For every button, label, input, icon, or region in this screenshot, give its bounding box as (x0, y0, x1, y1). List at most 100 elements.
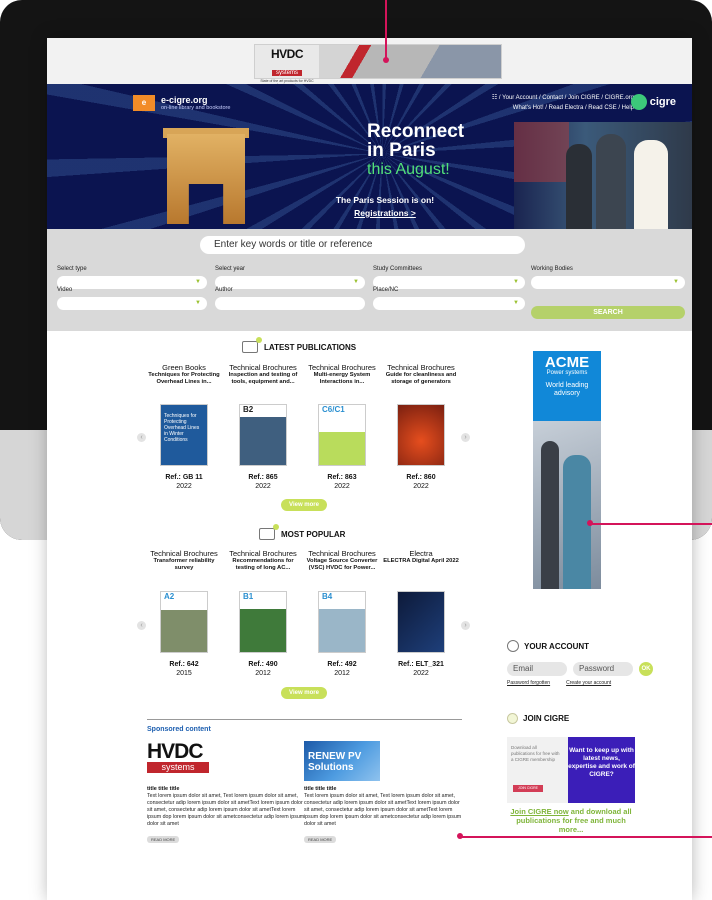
item-title[interactable]: Recommendations for testing of long AC..… (224, 558, 302, 571)
item-category: Electra (409, 549, 433, 558)
keyword-search-input[interactable]: Enter key words or title or reference (200, 236, 525, 254)
carousel-next-button[interactable]: › (461, 621, 470, 630)
hero-banner[interactable]: e e-cigre.org on-line library and bookst… (47, 84, 692, 229)
chevron-down-icon: ▼ (195, 279, 201, 285)
password-forgotten-link[interactable]: Password forgotten (507, 680, 550, 686)
search-button[interactable]: SEARCH (531, 306, 685, 319)
item-title[interactable]: Guide for cleanliness and storage of gen… (382, 372, 460, 385)
cover-text: B2 (243, 405, 254, 414)
password-field[interactable]: Password (573, 662, 633, 676)
sponsored-renew-image[interactable]: RENEW PV Solutions (304, 741, 380, 781)
account-panel: YOUR ACCOUNT Email Password OK Password … (507, 640, 667, 686)
sponsored-title: Sponsored content (147, 726, 211, 733)
item-year: 2022 (413, 483, 429, 490)
carousel-next-button[interactable]: › (461, 433, 470, 442)
popular-title: MOST POPULAR (281, 529, 346, 539)
field-box[interactable]: ▼ (57, 297, 207, 310)
book-cover[interactable]: Techniques for Protecting Overhead Lines… (160, 404, 208, 466)
select-year-field[interactable]: Select year ▼ (215, 266, 365, 289)
popular-item-category: Electra ELECTRA Digital April 2022 (382, 550, 460, 565)
cover-text: A2 (164, 592, 175, 601)
acme-sub: Power systems (546, 370, 588, 376)
sponsored-body: Text lorem ipsum dolor sit amet, Text lo… (304, 793, 462, 827)
hvdc-logo: HVDC systems State of the art products f… (255, 45, 319, 87)
join-box-button[interactable]: JOIN CIGRE (513, 785, 543, 792)
latest-view-more-button[interactable]: View more (281, 499, 327, 511)
field-box[interactable]: ▼ (531, 276, 685, 289)
popular-view-more-button[interactable]: View more (281, 687, 327, 699)
cigre-logo-text: cigre (649, 96, 676, 108)
cover-text: B1 (243, 592, 254, 601)
book-cover[interactable] (397, 591, 445, 653)
search-panel: Enter key words or title or reference Se… (47, 229, 692, 331)
acme-brand: ACME (544, 354, 590, 371)
book-cover[interactable] (397, 404, 445, 466)
top-links-line1[interactable]: ☷ / Your Account / Contact / Join CIGRE … (492, 93, 634, 103)
carousel-prev-button[interactable]: ‹ (137, 621, 146, 630)
book-cover[interactable]: A2 (160, 591, 208, 653)
banner-headline: Reconnect in Paris this August! (367, 122, 464, 179)
user-icon (507, 640, 519, 652)
chevron-down-icon: ▼ (673, 279, 679, 285)
item-title[interactable]: Voltage Source Converter (VSC) HVDC for … (303, 558, 381, 571)
top-links[interactable]: ☷ / Your Account / Contact / Join CIGRE … (492, 93, 634, 113)
popular-heading: MOST POPULAR (259, 524, 346, 540)
author-field[interactable]: Author (215, 287, 365, 310)
popular-item-ref: Ref.: 490 2012 (224, 660, 302, 678)
item-title[interactable]: Techniques for Protecting Overhead Lines… (145, 372, 223, 385)
latest-item-ref: Ref.: 860 2022 (382, 473, 460, 491)
top-links-line2[interactable]: What's Hot! / Read Electra / Read CSE / … (492, 103, 634, 113)
join-promo-box[interactable]: Download all publications for free with … (507, 737, 635, 803)
read-more-button[interactable]: READ MORE (147, 836, 180, 843)
item-title[interactable]: Inspection and testing of tools, equipme… (224, 372, 302, 385)
popular-item-ref: Ref.: 492 2012 (303, 660, 381, 678)
sponsored-hvdc-logo[interactable]: HVDC systems (147, 741, 209, 773)
field-label: Working Bodies (531, 266, 573, 272)
carousel-prev-button[interactable]: ‹ (137, 433, 146, 442)
book-cover[interactable]: B1 (239, 591, 287, 653)
main-content: LATEST PUBLICATIONS Green Books Technique… (47, 331, 692, 900)
working-bodies-field[interactable]: Working Bodies ▼ (531, 266, 685, 289)
video-field[interactable]: Video ▼ (57, 287, 207, 310)
cigre-logo[interactable]: cigre (630, 94, 676, 110)
item-ref: Ref.: 865 (248, 474, 278, 481)
field-box[interactable] (215, 297, 365, 310)
item-title[interactable]: Transformer reliability survey (145, 558, 223, 571)
create-account-link[interactable]: Create your account (566, 680, 611, 686)
hvdc-top-ad[interactable]: HVDC systems State of the art products f… (254, 44, 502, 87)
item-title[interactable]: Multi-energy System Interactions in... (303, 372, 381, 385)
account-heading: YOUR ACCOUNT (507, 640, 667, 652)
item-title[interactable]: ELECTRA Digital April 2022 (382, 558, 460, 565)
book-cover[interactable]: B4 (318, 591, 366, 653)
acme-side-ad[interactable]: ACME Power systems World leading advisor… (533, 351, 601, 589)
login-ok-button[interactable]: OK (639, 662, 653, 676)
email-field[interactable]: Email (507, 662, 567, 676)
callout-line-side-ad (590, 523, 712, 525)
item-ref: Ref.: GB 11 (165, 474, 203, 481)
select-type-field[interactable]: Select type ▼ (57, 266, 207, 289)
popular-item-ref: Ref.: 642 2015 (145, 660, 223, 678)
read-more-button[interactable]: READ MORE (304, 836, 337, 843)
divider (147, 719, 462, 720)
callout-dot (457, 833, 463, 839)
account-links: Password forgotten Create your account (507, 680, 667, 686)
latest-item-ref: Ref.: 865 2022 (224, 473, 302, 491)
item-year: 2012 (334, 670, 350, 677)
place-nc-field[interactable]: Place/NC ▼ (373, 287, 525, 310)
chevron-down-icon: ▼ (513, 279, 519, 285)
callout-dot (383, 57, 389, 63)
sponsored-body: Text lorem ipsum dolor sit amet, Text lo… (147, 793, 305, 827)
field-box[interactable]: ▼ (373, 297, 525, 310)
book-cover[interactable]: B2 (239, 404, 287, 466)
item-category: Technical Brochures (229, 363, 297, 372)
registrations-link[interactable]: Registrations > (315, 207, 455, 220)
book-cover[interactable]: C6/C1 (318, 404, 366, 466)
study-committees-field[interactable]: Study Committees ▼ (373, 266, 525, 289)
site-brand[interactable]: e e-cigre.org on-line library and bookst… (133, 95, 230, 111)
item-year: 2022 (413, 670, 429, 677)
join-now-link[interactable]: Join CIGRE now (510, 807, 568, 816)
brand-name: e-cigre.org (161, 95, 208, 105)
hvdc-logo-word: HVDC (270, 47, 304, 61)
popular-item-category: Technical Brochures Recommendations for t… (224, 550, 302, 571)
cover-text: Techniques for Protecting Overhead Lines… (164, 413, 200, 443)
